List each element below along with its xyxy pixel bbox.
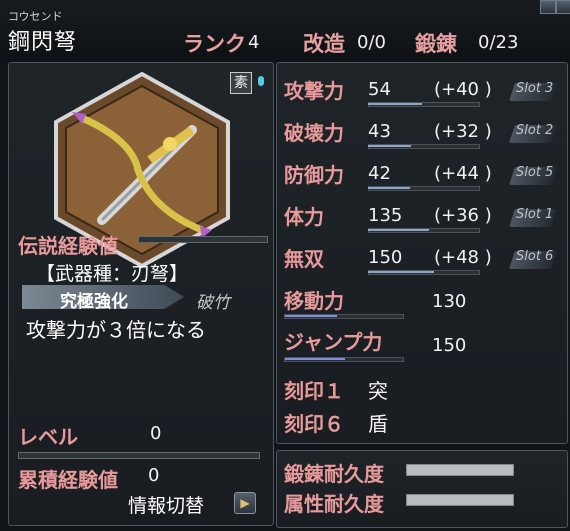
stat-value: 54: [368, 79, 391, 100]
seal-6-value: 盾: [368, 412, 388, 436]
stat-label: 破壊力: [284, 121, 344, 145]
kaizo-label: 改造: [303, 32, 345, 56]
stat-value: 150: [368, 247, 403, 268]
total-exp-value: 0: [148, 465, 160, 486]
weapon-name: 鋼閃弩: [8, 30, 78, 55]
tanren-label: 鍛錬: [415, 32, 457, 56]
stat-row-health: 体力 135 (+36 ) Slot 1: [284, 201, 560, 237]
corner-button-right[interactable]: [556, 0, 570, 14]
info-toggle-label: 情報切替: [128, 495, 205, 517]
tanren-durability-label: 鍛錬耐久度: [284, 462, 384, 486]
stat-bonus: (+36 ): [434, 205, 492, 226]
water-drop-icon: [258, 76, 264, 86]
stat-label: 防御力: [284, 163, 344, 187]
rank-label: ランク: [183, 32, 246, 56]
slot-label: Slot 3: [516, 81, 554, 96]
movement-value: 130: [432, 291, 467, 312]
stat-label: 体力: [284, 205, 324, 229]
stat-bonus: (+40 ): [434, 79, 492, 100]
tanren-value: 0/23: [478, 32, 519, 53]
stat-bonus: (+44 ): [434, 163, 492, 184]
jump-value: 150: [432, 335, 467, 356]
stat-bonus: (+48 ): [434, 247, 492, 268]
zokusei-durability-bar: [406, 494, 514, 506]
weapon-type: 【武器種：刃弩】: [36, 263, 189, 285]
stat-bar-fill: [368, 187, 410, 189]
stat-value: 43: [368, 121, 391, 142]
stat-value: 135: [368, 205, 403, 226]
zokusei-durability-label: 属性耐久度: [284, 492, 384, 516]
stat-bonus: (+32 ): [434, 121, 492, 142]
stat-bar-fill: [368, 103, 422, 105]
seal-1-value: 突: [368, 379, 388, 403]
ultimate-skill-name: 究極強化: [60, 292, 128, 312]
slot-label: Slot 6: [516, 249, 554, 264]
rank-value: 4: [248, 32, 260, 53]
seal-1-label: 刻印１: [284, 379, 344, 403]
stat-row-musou: 無双 150 (+48 ) Slot 6: [284, 243, 560, 279]
stat-bar-fill: [368, 229, 429, 231]
level-value: 0: [150, 423, 162, 444]
stat-label: 無双: [284, 247, 324, 271]
info-toggle-button[interactable]: ▶: [234, 492, 256, 514]
total-exp-label: 累積経験値: [18, 468, 118, 492]
stat-row-attack: 攻撃力 54 (+40 ) Slot 3: [284, 75, 560, 111]
kaizo-value: 0/0: [357, 32, 386, 53]
stat-bar-fill: [368, 145, 411, 147]
element-badge: 素: [230, 72, 252, 94]
level-bar: [18, 452, 260, 459]
weapon-furigana: コウセンド: [8, 10, 63, 23]
legend-exp-label: 伝説経験値: [18, 234, 118, 258]
seal-6-label: 刻印６: [284, 412, 344, 436]
slot-label: Slot 1: [516, 207, 554, 222]
corner-button-left[interactable]: [540, 0, 556, 14]
movement-bar-fill: [285, 315, 337, 317]
stat-label: 攻撃力: [284, 79, 344, 103]
stat-bar-fill: [368, 271, 434, 273]
level-label: レベル: [18, 425, 78, 449]
legend-exp-bar: [138, 236, 268, 243]
stat-row-defense: 防御力 42 (+44 ) Slot 5: [284, 159, 560, 195]
jump-label: ジャンプ力: [284, 330, 383, 354]
stat-value: 42: [368, 163, 391, 184]
movement-label: 移動力: [284, 289, 344, 313]
stat-row-destruction: 破壊力 43 (+32 ) Slot 2: [284, 117, 560, 153]
ultimate-skill-subname: 破竹: [196, 293, 230, 313]
slot-label: Slot 5: [516, 165, 554, 180]
tanren-durability-bar: [406, 464, 514, 476]
ultimate-skill-description: 攻撃力が３倍になる: [26, 318, 206, 342]
slot-label: Slot 2: [516, 123, 554, 138]
jump-bar-fill: [285, 358, 345, 360]
